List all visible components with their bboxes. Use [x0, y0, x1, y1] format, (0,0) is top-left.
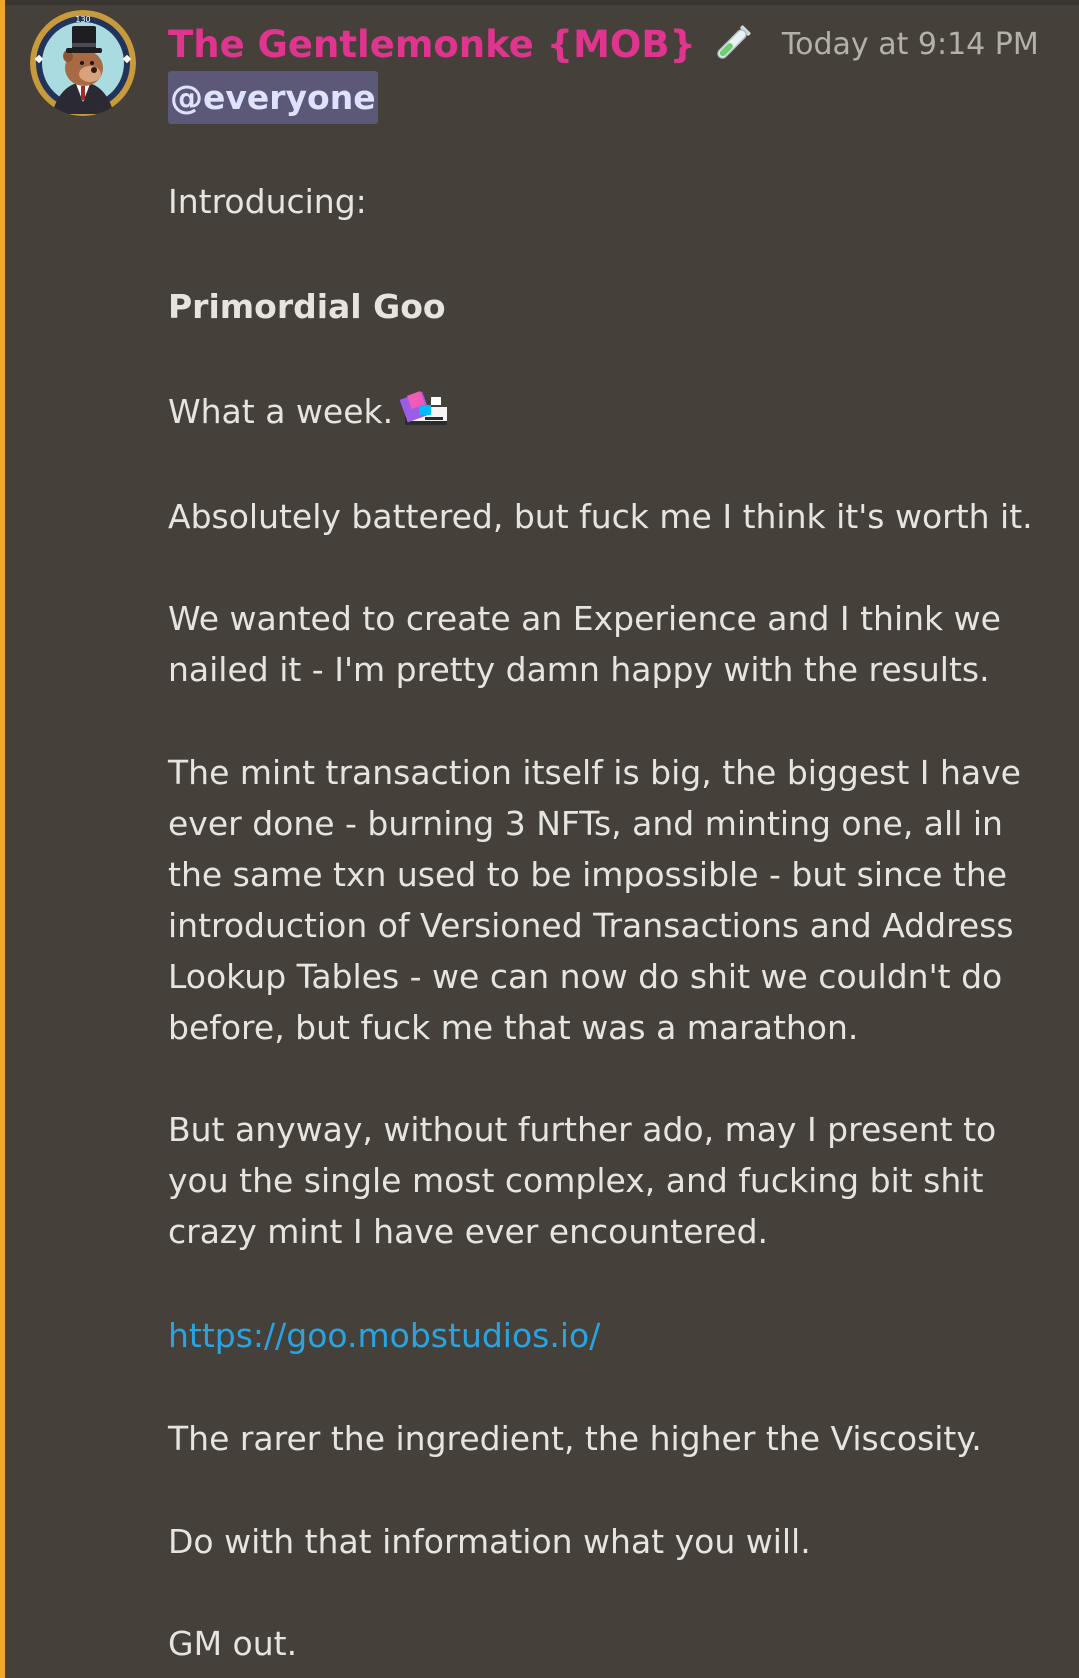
paragraph-2-line-6: before, but fuck me that was a marathon. — [168, 1008, 859, 1047]
paragraph-3-line-3: crazy mint I have ever encountered. — [168, 1212, 769, 1251]
paragraph-2-line-3: the same txn used to be impossible - but… — [168, 855, 1008, 894]
test-tube-icon[interactable] — [708, 20, 756, 68]
paragraph-2-line-5: Lookup Tables - we can now do shit we co… — [168, 957, 1003, 996]
intro-text: Introducing: — [168, 182, 367, 221]
paragraph-3-line-2: you the single most complex, and fucking… — [168, 1161, 984, 1200]
paragraph-1-line-2: nailed it - I'm pretty damn happy with t… — [168, 650, 990, 689]
paragraph-2-line-2: ever done - burning 3 NFTs, and minting … — [168, 804, 1003, 843]
pixel-art-emoji-icon[interactable] — [399, 387, 451, 445]
goo-link[interactable]: https://goo.mobstudios.io/ — [168, 1310, 600, 1361]
week-line: What a week. — [168, 386, 451, 445]
paragraph-1-line-1: We wanted to create an Experience and I … — [168, 599, 1001, 638]
paragraph-2-line-1: The mint transaction itself is big, the … — [168, 753, 1021, 792]
paragraph-3-line-1: But anyway, without further ado, may I p… — [168, 1110, 997, 1149]
avatar-badge-text: 130 — [75, 15, 90, 24]
avatar-image: 130 — [30, 10, 136, 116]
title-text: Primordial Goo — [168, 287, 446, 326]
week-text: What a week. — [168, 392, 394, 431]
everyone-mention[interactable]: @everyone — [168, 71, 378, 124]
top-bar — [0, 0, 1079, 5]
mention-highlight-bar — [0, 0, 5, 1678]
rarer-text: The rarer the ingredient, the higher the… — [168, 1419, 982, 1458]
author-name[interactable]: The Gentlemonke {MOB} — [168, 23, 696, 66]
message-timestamp[interactable]: Today at 9:14 PM — [782, 27, 1039, 62]
avatar[interactable]: 130 — [30, 10, 136, 116]
battered-text: Absolutely battered, but fuck me I think… — [168, 497, 1033, 536]
paragraph-2-line-4: introduction of Versioned Transactions a… — [168, 906, 1014, 945]
info-text: Do with that information what you will. — [168, 1522, 811, 1561]
gm-text: GM out. — [168, 1624, 298, 1663]
message-header: The Gentlemonke {MOB} Today at 9:14 PM — [168, 14, 1039, 74]
